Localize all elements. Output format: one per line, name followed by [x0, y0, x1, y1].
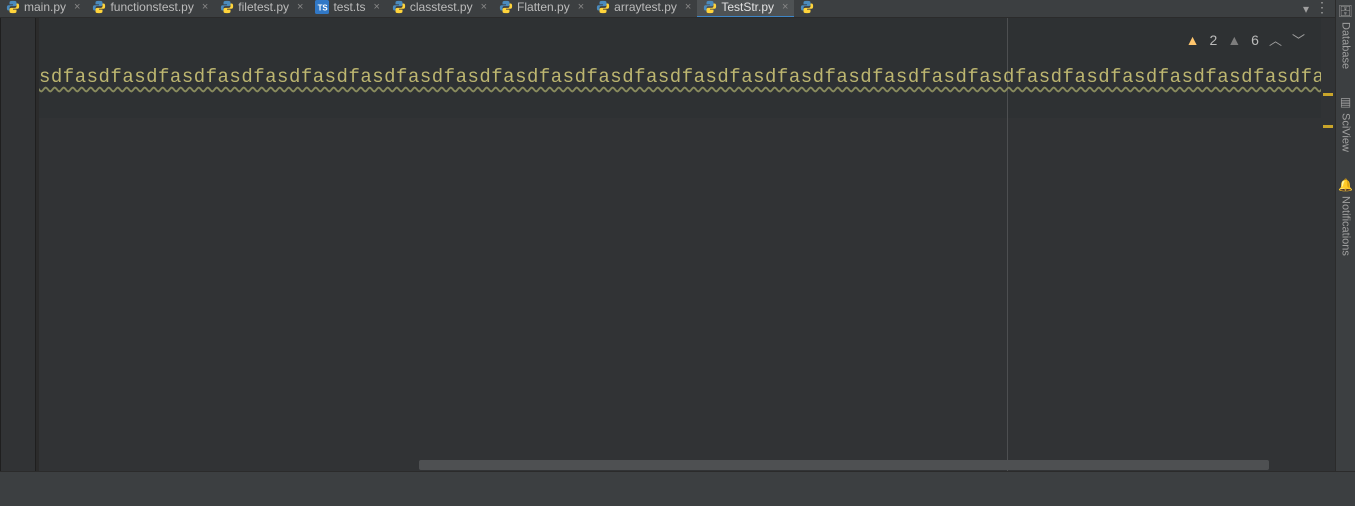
right-tool-strip: 🗄 Database ▤ SciView 🔔 Notifications	[1335, 0, 1355, 506]
python-icon	[92, 0, 106, 14]
tab-label: functionstest.py	[110, 0, 193, 14]
sciview-icon: ▤	[1340, 95, 1351, 109]
tab-classtest-py[interactable]: classtest.py ×	[386, 0, 493, 18]
right-margin-guide	[1007, 18, 1008, 506]
close-icon[interactable]: ×	[369, 1, 379, 13]
status-bar	[0, 471, 1355, 506]
tab-filetest-py[interactable]: filetest.py ×	[214, 0, 309, 18]
weak-warning-count: 6	[1251, 32, 1259, 48]
tab-label: Flatten.py	[517, 0, 570, 14]
warning-marker[interactable]	[1323, 93, 1333, 96]
close-icon[interactable]: ×	[198, 1, 208, 13]
python-icon	[703, 0, 717, 14]
tab-label: main.py	[24, 0, 66, 14]
warning-count: 2	[1210, 32, 1218, 48]
python-icon	[392, 0, 406, 14]
tab-test-ts[interactable]: TS test.ts ×	[309, 0, 385, 18]
typescript-icon: TS	[315, 0, 329, 14]
close-icon[interactable]: ×	[477, 1, 487, 13]
close-icon[interactable]: ×	[574, 1, 584, 13]
svg-text:TS: TS	[318, 4, 328, 13]
chevron-down-icon[interactable]: ▾	[1303, 2, 1309, 16]
tool-database[interactable]: 🗄 Database	[1338, 4, 1353, 69]
close-icon[interactable]: ×	[681, 1, 691, 13]
warning-marker[interactable]	[1323, 125, 1333, 128]
tab-arraytest-py[interactable]: arraytest.py ×	[590, 0, 697, 18]
close-icon[interactable]: ×	[778, 1, 788, 13]
warning-icon: ▲	[1186, 32, 1200, 48]
tool-label: Notifications	[1340, 196, 1352, 256]
tool-label: Database	[1340, 22, 1352, 69]
code-line[interactable]: sdfasdfasdfasdfasdfasdfasdfasdfasdfasdfa…	[39, 66, 1335, 88]
tab-label: arraytest.py	[614, 0, 677, 14]
tool-notifications[interactable]: 🔔 Notifications	[1338, 178, 1353, 256]
inspection-widget[interactable]: ▲ 2 ▲ 6 ︿ ﹀	[1186, 30, 1305, 49]
python-icon	[499, 0, 513, 14]
tab-extra-py[interactable]	[794, 0, 824, 18]
kebab-icon[interactable]: ⋮	[1315, 2, 1329, 16]
python-icon	[6, 0, 20, 14]
bell-icon: 🔔	[1338, 178, 1353, 192]
tab-label: filetest.py	[238, 0, 289, 14]
tab-functionstest-py[interactable]: functionstest.py ×	[86, 0, 214, 18]
tab-flatten-py[interactable]: Flatten.py ×	[493, 0, 590, 18]
error-stripe[interactable]	[1321, 18, 1335, 506]
close-icon[interactable]: ×	[70, 1, 80, 13]
code-text: sdfasdfasdfasdfasdfasdfasdfasdfasdfasdfa…	[39, 66, 1335, 88]
next-highlight-icon[interactable]: ﹀	[1292, 30, 1305, 49]
tab-label: classtest.py	[410, 0, 473, 14]
python-icon	[596, 0, 610, 14]
horizontal-scrollbar[interactable]	[419, 460, 1269, 470]
python-icon	[800, 0, 814, 14]
tab-teststr-py[interactable]: TestStr.py ×	[697, 0, 794, 18]
tool-sciview[interactable]: ▤ SciView	[1340, 95, 1352, 152]
code-editor[interactable]: sdfasdfasdfasdfasdfasdfasdfasdfasdfasdfa…	[39, 18, 1335, 506]
prev-highlight-icon[interactable]: ︿	[1269, 30, 1282, 49]
tab-label: TestStr.py	[721, 0, 774, 14]
tab-main-py[interactable]: main.py ×	[0, 0, 86, 18]
weak-warning-icon: ▲	[1227, 32, 1241, 48]
editor-tabs: main.py × functionstest.py × filetest.py…	[0, 0, 1335, 18]
python-icon	[220, 0, 234, 14]
editor-area: sdfasdfasdfasdfasdfasdfasdfasdfasdfasdfa…	[0, 18, 1335, 506]
close-icon[interactable]: ×	[293, 1, 303, 13]
breakpoint-gutter[interactable]	[1, 18, 36, 506]
database-icon: 🗄	[1338, 4, 1353, 18]
tab-label: test.ts	[333, 0, 365, 14]
tool-label: SciView	[1340, 113, 1352, 152]
